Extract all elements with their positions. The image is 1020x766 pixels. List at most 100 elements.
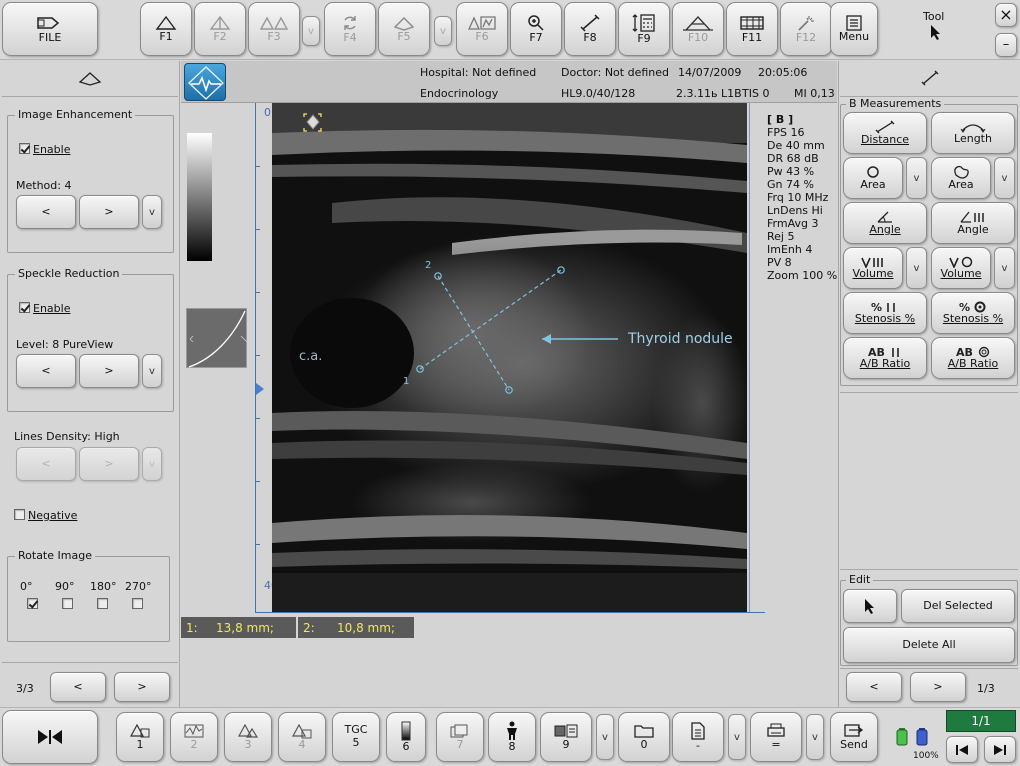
key-2-button[interactable]: 2 [170, 712, 218, 762]
file-button[interactable]: FILE [2, 2, 98, 56]
stenosis-area-label: Stenosis % [942, 311, 1004, 325]
lines-density-dropdown[interactable]: v [142, 447, 162, 481]
angle-button[interactable]: Angle [843, 202, 927, 244]
tis-text: TIS 0 [742, 87, 770, 100]
lines-density-prev-button[interactable]: < [16, 447, 76, 481]
length-button[interactable]: Length [931, 112, 1015, 154]
level-prev-button[interactable]: < [16, 354, 76, 388]
right-page-prev-button[interactable]: < [846, 672, 902, 702]
select-pointer-button[interactable] [843, 589, 897, 623]
hospital-text: Hospital: Not defined [420, 66, 537, 79]
f1-button[interactable]: F1 [140, 2, 192, 56]
delete-selected-button[interactable]: Del Selected [901, 589, 1015, 623]
volume-bars-icon [861, 257, 883, 268]
f3-dropdown[interactable]: v [302, 16, 320, 46]
f3-button[interactable]: F3 [248, 2, 300, 56]
marker-1-label: 1 [403, 376, 410, 387]
key-equals-label: = [771, 737, 781, 751]
volume-ellipse-button[interactable]: Volume [931, 247, 991, 289]
area-ellipse-button[interactable]: Area [843, 157, 903, 199]
depth-tick [256, 418, 260, 419]
f9-button[interactable]: F9 [618, 2, 670, 56]
ab-ratio-button[interactable]: AB A/B Ratio [843, 337, 927, 379]
stenosis-circle-icon: % [959, 301, 986, 313]
level-dropdown[interactable]: v [142, 354, 162, 388]
image-enhancement-enable-label: Enable [33, 143, 71, 156]
volume-button[interactable]: Volume [843, 247, 903, 289]
depth-tick [256, 229, 260, 230]
lines-density-next-button[interactable]: > [79, 447, 139, 481]
key-0-button[interactable]: 0 [618, 712, 670, 762]
minimize-button[interactable]: – [995, 33, 1017, 57]
delete-all-button[interactable]: Delete All [843, 627, 1015, 663]
f8-button[interactable]: F8 [564, 2, 616, 56]
color-box-icon [291, 723, 312, 739]
f5-button[interactable]: F5 [378, 2, 430, 56]
f2-button[interactable]: F2 [194, 2, 246, 56]
f11-label: F11 [741, 30, 763, 44]
area-trace-button[interactable]: Area [931, 157, 991, 199]
f7-button[interactable]: F7 [510, 2, 562, 56]
image-enhancement-enable-checkbox[interactable] [19, 143, 30, 154]
rotate-0-checkbox[interactable] [27, 598, 38, 609]
waveform-icon [184, 724, 204, 738]
key-4-button[interactable]: 4 [278, 712, 326, 762]
param-image-enhancement: ImEnh 4 [767, 243, 813, 256]
grayscale-bar [187, 133, 212, 261]
stenosis-button[interactable]: % Stenosis % [843, 292, 927, 334]
level-next-button[interactable]: > [79, 354, 139, 388]
speckle-enable-checkbox[interactable] [19, 302, 30, 313]
rotate-270-checkbox[interactable] [132, 598, 143, 609]
key-7-button[interactable]: 7 [436, 712, 484, 762]
heartbeat-logo-icon [188, 66, 224, 100]
key-9-dropdown[interactable]: v [596, 714, 614, 760]
svg-text:AB: AB [868, 346, 885, 358]
key-minus-dropdown[interactable]: v [728, 714, 746, 760]
date-text: 14/07/2009 [678, 66, 742, 79]
area-trace-dropdown[interactable]: v [994, 157, 1015, 199]
key-1-button[interactable]: 1 [116, 712, 164, 762]
f10-button[interactable]: F10 [672, 2, 724, 56]
speckle-reduction-title: Speckle Reduction [15, 267, 123, 280]
tgc-button[interactable]: TGC 5 [332, 712, 380, 762]
right-page-next-button[interactable]: > [910, 672, 966, 702]
ultrasound-image[interactable] [272, 103, 747, 612]
method-next-button[interactable]: > [79, 195, 139, 229]
left-page-next-button[interactable]: > [114, 672, 170, 702]
distance-button[interactable]: Distance [843, 112, 927, 154]
f4-button[interactable]: F4 [324, 2, 376, 56]
rotate-90-checkbox[interactable] [62, 598, 73, 609]
send-button[interactable]: Send [830, 712, 878, 762]
area-ellipse-dropdown[interactable]: v [906, 157, 927, 199]
stenosis-area-button[interactable]: % Stenosis % [931, 292, 1015, 334]
key-minus-button[interactable]: - [672, 712, 724, 762]
volume-ellipse-dropdown[interactable]: v [994, 247, 1015, 289]
ab-ratio-circle-button[interactable]: AB A/B Ratio [931, 337, 1015, 379]
negative-checkbox[interactable] [14, 509, 25, 520]
close-button[interactable]: × [995, 3, 1017, 27]
f11-button[interactable]: F11 [726, 2, 778, 56]
left-page-prev-button[interactable]: < [50, 672, 106, 702]
f12-button[interactable]: F12 [780, 2, 832, 56]
volume-circle-icon [949, 256, 973, 268]
key-6-button[interactable]: 6 [386, 712, 426, 762]
menu-button[interactable]: Menu [830, 2, 878, 56]
patient-person-icon [507, 721, 517, 740]
volume-dropdown[interactable]: v [906, 247, 927, 289]
method-dropdown[interactable]: v [142, 195, 162, 229]
last-frame-button[interactable] [984, 736, 1016, 763]
method-prev-button[interactable]: < [16, 195, 76, 229]
freeze-button[interactable] [2, 710, 98, 764]
f6-button[interactable]: F6 [456, 2, 508, 56]
key-equals-dropdown[interactable]: v [806, 714, 824, 760]
f5-dropdown[interactable]: v [434, 16, 452, 46]
angle-lines-button[interactable]: Angle [931, 202, 1015, 244]
rotate-180-checkbox[interactable] [97, 598, 108, 609]
key-equals-button[interactable]: = [750, 712, 802, 762]
zoom-icon [528, 14, 544, 31]
speckle-level-label: Level: 8 PureView [16, 338, 114, 351]
key-9-button[interactable]: 9 [540, 712, 592, 762]
first-frame-button[interactable] [946, 736, 978, 763]
key-3-button[interactable]: 3 [224, 712, 272, 762]
key-8-button[interactable]: 8 [488, 712, 536, 762]
